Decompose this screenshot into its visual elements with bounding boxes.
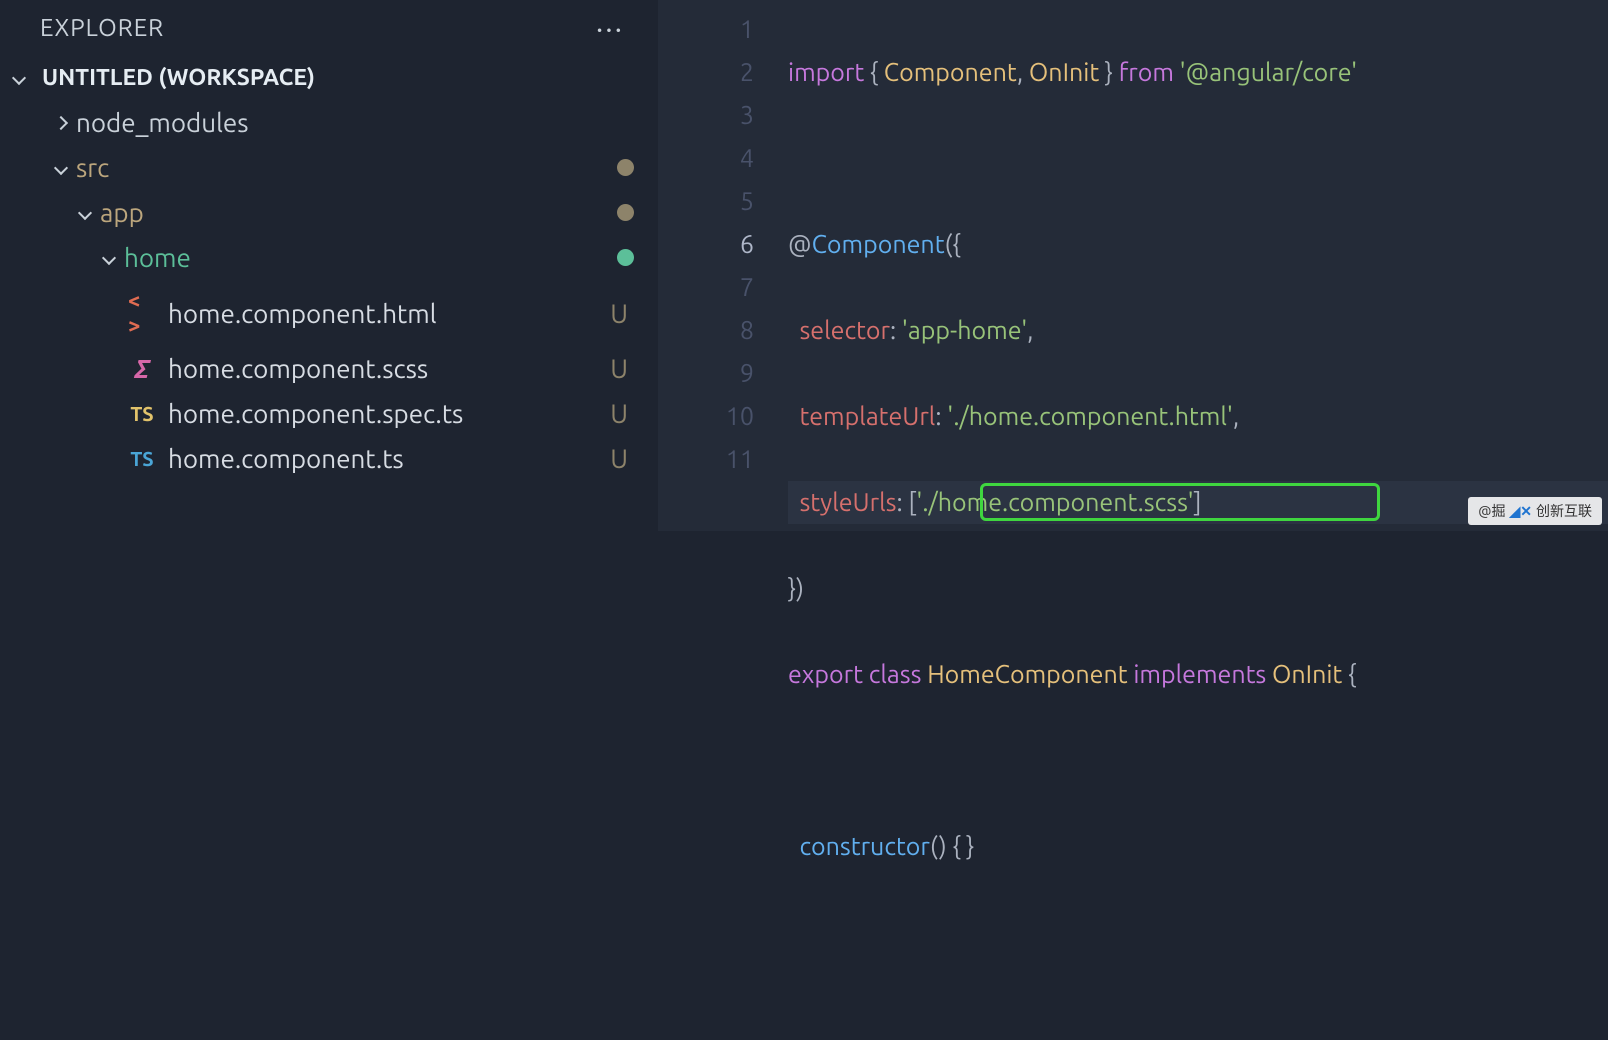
workspace-row[interactable]: UNTITLED (WORKSPACE) [0, 55, 658, 100]
chevron-down-icon [12, 70, 26, 84]
git-status-badge: U [610, 299, 634, 328]
git-modified-dot-icon [617, 204, 634, 221]
explorer-title: EXPLORER [40, 14, 164, 41]
git-status-badge: U [610, 354, 634, 383]
watermark: @掘 ◢✕ 创新互联 [1468, 497, 1602, 525]
tree-folder-src[interactable]: src [0, 145, 658, 190]
file-label: home.component.spec.ts [168, 399, 463, 428]
watermark-logo-icon: ◢✕ [1510, 503, 1533, 520]
highlight-box [980, 483, 1380, 521]
scss-file-icon: ʃ [128, 354, 156, 383]
chevron-down-icon [78, 205, 92, 219]
folder-label: node_modules [76, 108, 249, 137]
git-added-dot-icon [617, 249, 634, 266]
tree-file[interactable]: ʃ home.component.scss U [0, 346, 658, 391]
watermark-at: @掘 [1478, 501, 1505, 521]
folder-label: home [124, 243, 191, 272]
tree-file[interactable]: TS home.component.ts U [0, 436, 658, 481]
tree-file[interactable]: < > home.component.html U [0, 280, 658, 346]
ts-spec-file-icon: TS [128, 402, 156, 425]
ts-file-icon: TS [128, 447, 156, 470]
html-file-icon: < > [128, 288, 156, 338]
git-status-badge: U [610, 444, 634, 473]
tree-folder-home[interactable]: home [0, 235, 658, 280]
file-label: home.component.scss [168, 354, 428, 383]
file-tree: node_modules src app home < > home.compon… [0, 100, 658, 481]
file-label: home.component.ts [168, 444, 404, 473]
file-label: home.component.html [168, 299, 437, 328]
folder-label: app [100, 198, 144, 227]
git-modified-dot-icon [617, 159, 634, 176]
tree-folder-node-modules[interactable]: node_modules [0, 100, 658, 145]
chevron-right-icon [54, 115, 68, 129]
watermark-brand: 创新互联 [1536, 501, 1592, 521]
editor-pane: nent.css (deleted) TS home.component.ts … [658, 0, 1608, 531]
line-gutter: 12345 67891011 [658, 8, 788, 1040]
explorer-header: EXPLORER ··· [0, 0, 658, 55]
chevron-down-icon [102, 250, 116, 264]
code-editor[interactable]: 12345 67891011 import { Component, OnIni… [658, 0, 1608, 1040]
tree-file[interactable]: TS home.component.spec.ts U [0, 391, 658, 436]
git-status-badge: U [610, 399, 634, 428]
tree-folder-app[interactable]: app [0, 190, 658, 235]
folder-label: src [76, 153, 109, 182]
explorer-sidebar: EXPLORER ··· UNTITLED (WORKSPACE) node_m… [0, 0, 658, 531]
chevron-down-icon [54, 160, 68, 174]
workspace-label: UNTITLED (WORKSPACE) [42, 65, 315, 90]
